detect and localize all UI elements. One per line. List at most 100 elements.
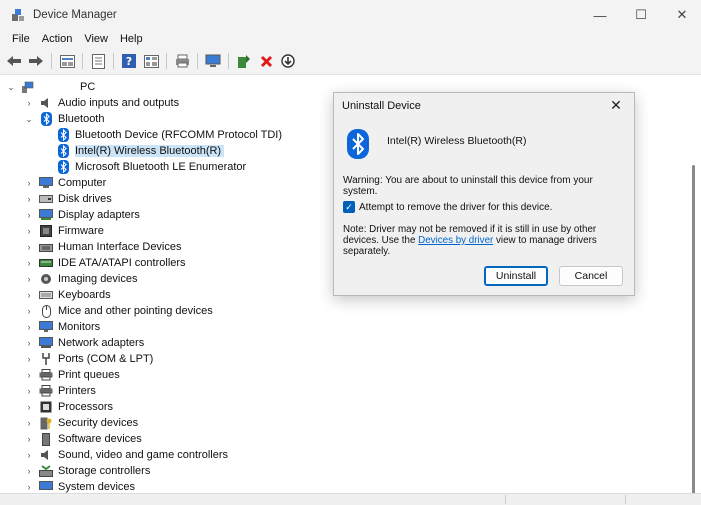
- tree-category-security[interactable]: › Security devices: [24, 415, 138, 431]
- chevron-right-icon[interactable]: ›: [24, 223, 34, 239]
- forward-arrow-icon[interactable]: [27, 52, 45, 70]
- tree-category-bluetooth[interactable]: ⌄ Bluetooth: [24, 111, 104, 127]
- menu-help[interactable]: Help: [114, 33, 149, 45]
- chevron-right-icon[interactable]: ›: [24, 207, 34, 223]
- firmware-icon: [39, 224, 53, 238]
- disk-drive-icon: [39, 192, 53, 206]
- chevron-right-icon[interactable]: ›: [24, 175, 34, 191]
- tree-category-display-adapters[interactable]: › Display adapters: [24, 207, 140, 223]
- scan-hardware-icon[interactable]: [204, 52, 222, 70]
- chevron-right-icon[interactable]: ›: [24, 335, 34, 351]
- tree-category-label: Storage controllers: [58, 465, 151, 477]
- tree-category-system[interactable]: › System devices: [24, 479, 135, 493]
- chevron-right-icon[interactable]: ›: [24, 303, 34, 319]
- remove-driver-checkbox[interactable]: ✓: [343, 201, 355, 213]
- tree-category-monitors[interactable]: › Monitors: [24, 319, 100, 335]
- dialog-close-button[interactable]: ✕: [604, 95, 628, 115]
- download-circle-icon[interactable]: [279, 52, 297, 70]
- tree-category-keyboards[interactable]: › Keyboards: [24, 287, 111, 303]
- chevron-right-icon[interactable]: ›: [24, 399, 34, 415]
- tree-category-printers[interactable]: › Printers: [24, 383, 96, 399]
- view-grid-icon[interactable]: [142, 52, 160, 70]
- properties-grid-icon[interactable]: [58, 52, 76, 70]
- tree-category-label: Bluetooth: [58, 113, 105, 125]
- ide-controller-icon: [39, 256, 53, 270]
- tree-category-label: Network adapters: [58, 337, 145, 349]
- uninstall-button[interactable]: Uninstall: [484, 266, 548, 286]
- tree-device-item[interactable]: Bluetooth Device (RFCOMM Protocol TDI): [44, 127, 282, 143]
- bluetooth-icon: [56, 144, 70, 158]
- menu-file[interactable]: File: [6, 33, 36, 45]
- update-driver-icon[interactable]: [235, 52, 253, 70]
- bluetooth-icon: [56, 160, 70, 174]
- tree-category-sound[interactable]: › Sound, video and game controllers: [24, 447, 229, 463]
- menu-action[interactable]: Action: [36, 33, 79, 45]
- tree-device-label: Bluetooth Device (RFCOMM Protocol TDI): [75, 129, 283, 141]
- tree-device-item-selected[interactable]: Intel(R) Wireless Bluetooth(R): [44, 143, 225, 159]
- uninstall-x-icon[interactable]: [257, 52, 275, 70]
- tree-category-processors[interactable]: › Processors: [24, 399, 114, 415]
- tree-category-label: Display adapters: [58, 209, 140, 221]
- chevron-right-icon[interactable]: ›: [24, 431, 34, 447]
- chevron-right-icon[interactable]: ›: [24, 367, 34, 383]
- tree-category-mice[interactable]: › Mice and other pointing devices: [24, 303, 213, 319]
- tree-device-item[interactable]: Microsoft Bluetooth LE Enumerator: [44, 159, 246, 175]
- remove-driver-checkbox-label[interactable]: Attempt to remove the driver for this de…: [359, 202, 552, 213]
- tree-category-print-queues[interactable]: › Print queues: [24, 367, 120, 383]
- tree-category-label: System devices: [58, 481, 136, 493]
- chevron-right-icon[interactable]: ›: [24, 191, 34, 207]
- tree-root-label: PC: [80, 81, 96, 93]
- tree-root[interactable]: ⌄ PC: [6, 79, 95, 95]
- tree-category-audio[interactable]: › Audio inputs and outputs: [24, 95, 180, 111]
- tree-category-disk-drives[interactable]: › Disk drives: [24, 191, 112, 207]
- tree-category-hid[interactable]: › Human Interface Devices: [24, 239, 182, 255]
- chevron-right-icon[interactable]: ›: [24, 415, 34, 431]
- chevron-down-icon[interactable]: ⌄: [6, 79, 16, 95]
- remove-driver-checkbox-row[interactable]: ✓ Attempt to remove the driver for this …: [343, 201, 552, 213]
- chevron-right-icon[interactable]: ›: [24, 383, 34, 399]
- sound-controller-icon: [39, 448, 53, 462]
- hid-icon: [39, 240, 53, 254]
- chevron-right-icon[interactable]: ›: [24, 447, 34, 463]
- vertical-scrollbar[interactable]: [692, 165, 695, 493]
- tree-category-firmware[interactable]: › Firmware: [24, 223, 104, 239]
- chevron-right-icon[interactable]: ›: [24, 255, 34, 271]
- tree-category-computer[interactable]: › Computer: [24, 175, 106, 191]
- monitor-icon: [39, 320, 53, 334]
- chevron-right-icon[interactable]: ›: [24, 239, 34, 255]
- maximize-button[interactable]: ☐: [618, 0, 664, 30]
- chevron-right-icon[interactable]: ›: [24, 95, 34, 111]
- minimize-button[interactable]: —: [577, 0, 623, 30]
- tree-category-storage[interactable]: › Storage controllers: [24, 463, 150, 479]
- menu-view[interactable]: View: [78, 33, 114, 45]
- chevron-right-icon[interactable]: ›: [24, 287, 34, 303]
- toolbar: ?: [0, 50, 701, 72]
- tree-category-software[interactable]: › Software devices: [24, 431, 142, 447]
- chevron-right-icon[interactable]: ›: [24, 319, 34, 335]
- close-window-button[interactable]: ✕: [659, 0, 701, 30]
- title-bar: Device Manager — ☐ ✕: [0, 0, 701, 30]
- tree-category-ide[interactable]: › IDE ATA/ATAPI controllers: [24, 255, 186, 271]
- chevron-down-icon[interactable]: ⌄: [24, 111, 34, 127]
- tree-category-ports[interactable]: › Ports (COM & LPT): [24, 351, 153, 367]
- system-device-icon: [39, 480, 53, 493]
- chevron-right-icon[interactable]: ›: [24, 463, 34, 479]
- tree-category-label: Monitors: [58, 321, 101, 333]
- chevron-right-icon[interactable]: ›: [24, 479, 34, 493]
- tree-category-network[interactable]: › Network adapters: [24, 335, 144, 351]
- document-icon[interactable]: [89, 52, 107, 70]
- tree-category-imaging[interactable]: › Imaging devices: [24, 271, 138, 287]
- software-device-icon: [39, 432, 53, 446]
- network-adapter-icon: [39, 336, 53, 350]
- processor-icon: [39, 400, 53, 414]
- cancel-button[interactable]: Cancel: [559, 266, 623, 286]
- back-arrow-icon[interactable]: [5, 52, 23, 70]
- chevron-right-icon[interactable]: ›: [24, 351, 34, 367]
- computer-icon: [39, 176, 53, 190]
- keyboard-icon: [39, 288, 53, 302]
- devices-by-driver-link[interactable]: Devices by driver: [418, 235, 493, 246]
- help-icon[interactable]: ?: [120, 52, 138, 70]
- print-icon[interactable]: [173, 52, 191, 70]
- chevron-right-icon[interactable]: ›: [24, 271, 34, 287]
- mouse-icon: [39, 304, 53, 318]
